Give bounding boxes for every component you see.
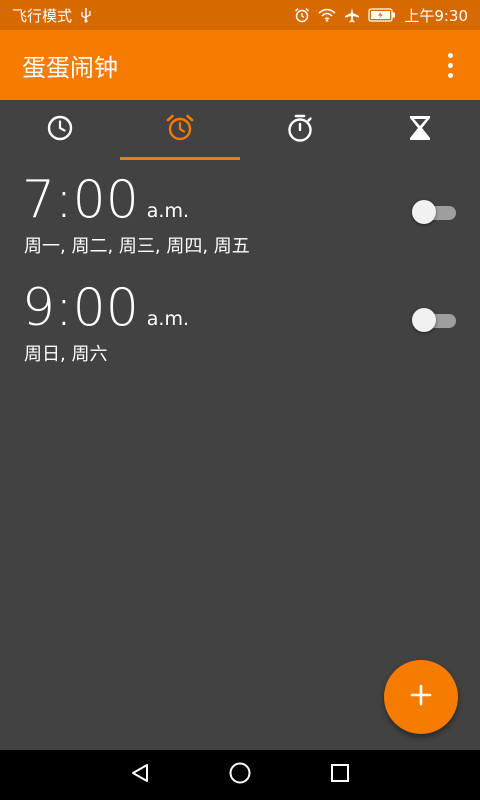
- alarm-time-row: 9:00 a.m.: [22, 280, 189, 336]
- battery-icon: [368, 8, 396, 22]
- alarm-days: 周一, 周二, 周三, 周四, 周五: [24, 236, 250, 257]
- back-icon: [129, 762, 151, 788]
- add-alarm-button[interactable]: [384, 660, 458, 734]
- usb-icon: [80, 7, 92, 23]
- home-icon: [228, 761, 252, 789]
- alarm-ampm: a.m.: [146, 200, 190, 222]
- alarm-days: 周日, 周六: [24, 344, 108, 365]
- toggle-thumb: [412, 200, 436, 224]
- status-bar: 飞行模式 上午9:30: [0, 0, 480, 30]
- status-right: 上午9:30: [294, 5, 468, 26]
- alarm-time-row: 7:00 a.m.: [22, 172, 189, 228]
- clock-icon: [46, 114, 74, 146]
- tab-stopwatch[interactable]: [240, 100, 360, 160]
- alarm-item[interactable]: 7:00 a.m. 周一, 周二, 周三, 周四, 周五: [0, 172, 480, 280]
- alarm-toggle[interactable]: [412, 200, 456, 224]
- alarm-toggle[interactable]: [412, 308, 456, 332]
- alarm-icon: [294, 7, 310, 23]
- hourglass-icon: [408, 114, 432, 146]
- plus-icon: [410, 684, 432, 710]
- airplane-mode-label: 飞行模式: [12, 6, 73, 25]
- status-time: 上午9:30: [404, 6, 468, 25]
- toggle-thumb: [412, 308, 436, 332]
- menu-dot: [447, 62, 453, 68]
- wifi-icon: [318, 8, 336, 22]
- navigation-bar: [0, 750, 480, 800]
- recents-icon: [329, 762, 351, 788]
- airplane-icon: [344, 7, 360, 23]
- screen: 飞行模式 上午9:30 蛋蛋闹钟 7:00 a.m. 周一, 周二, 周三, 周…: [0, 0, 480, 800]
- menu-dot: [447, 52, 453, 58]
- menu-dot: [447, 72, 453, 78]
- tab-bar: [0, 100, 480, 160]
- alarm-time: 7:00: [22, 170, 139, 230]
- stopwatch-icon: [286, 113, 314, 147]
- tab-alarm[interactable]: [120, 100, 240, 160]
- back-button[interactable]: [120, 755, 160, 795]
- alarm-ampm: a.m.: [146, 308, 190, 330]
- home-button[interactable]: [220, 755, 260, 795]
- recents-button[interactable]: [320, 755, 360, 795]
- status-left: 飞行模式: [12, 5, 92, 26]
- app-bar: 蛋蛋闹钟: [0, 30, 480, 100]
- alarm-icon: [165, 113, 195, 147]
- more-vert-icon[interactable]: [438, 45, 462, 85]
- tab-timer[interactable]: [360, 100, 480, 160]
- app-title: 蛋蛋闹钟: [22, 53, 118, 82]
- tab-clock[interactable]: [0, 100, 120, 160]
- alarm-time: 9:00: [22, 278, 139, 338]
- alarm-item[interactable]: 9:00 a.m. 周日, 周六: [0, 280, 480, 388]
